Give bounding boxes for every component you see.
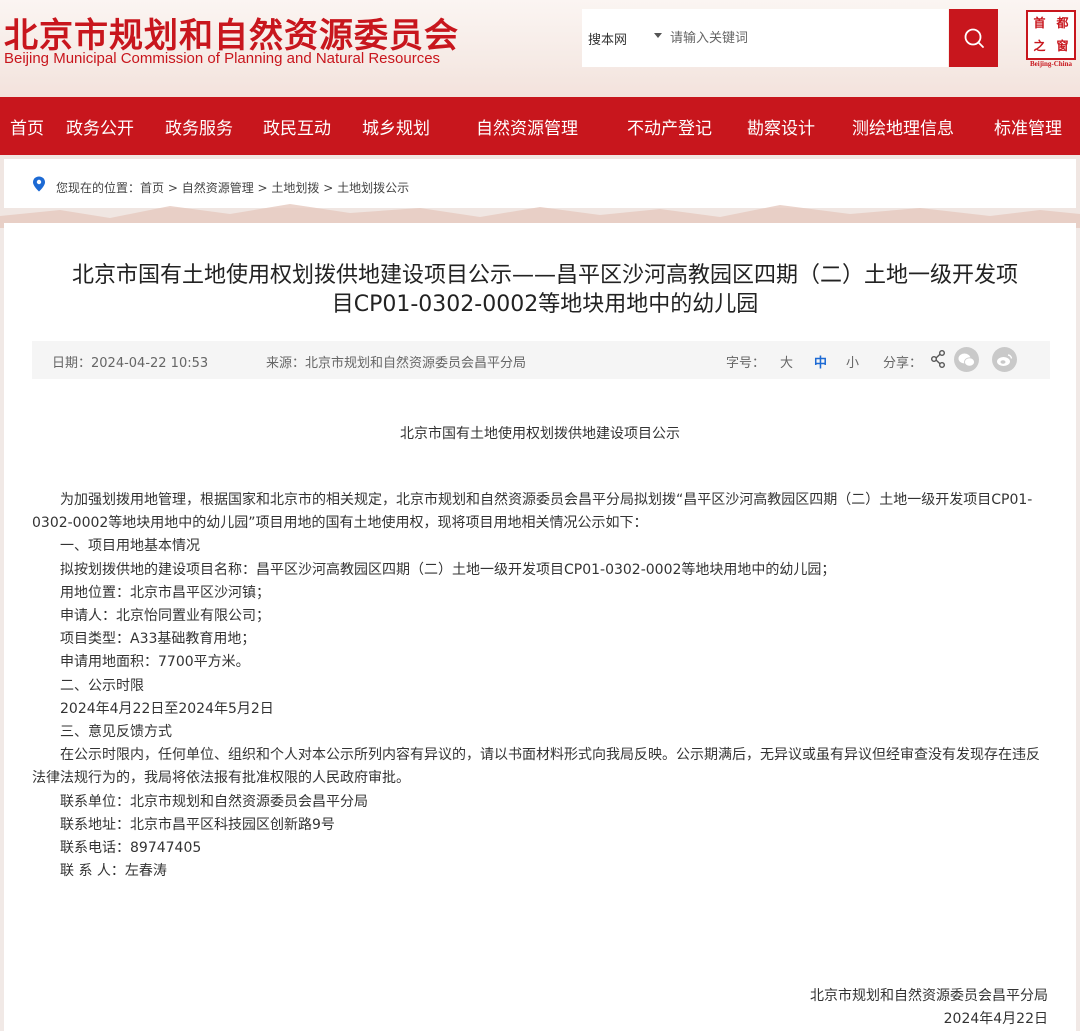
seal-char: 之 (1033, 39, 1046, 53)
seal-char: 首 (1033, 16, 1046, 30)
body-line: 申请用地面积：7700平方米。 (60, 654, 250, 671)
search-icon (964, 28, 984, 48)
contact-line: 联系单位：北京市规划和自然资源委员会昌平分局 (60, 793, 368, 810)
breadcrumb-separator: > (253, 181, 272, 195)
breadcrumb-prefix: 您现在的位置： (56, 181, 141, 195)
nav-item-natural-resources[interactable]: 自然资源管理 (476, 114, 578, 139)
font-size-medium-button[interactable]: 中 (814, 352, 827, 371)
breadcrumb-link-land-allocation[interactable]: 土地划拨 (271, 181, 319, 195)
breadcrumb-separator: > (164, 181, 182, 195)
nav-item-gov-services[interactable]: 政务服务 (165, 114, 233, 139)
article-body: 为加强划拨用地管理，根据国家和北京市的相关规定，北京市规划和自然资源委员会昌平分… (32, 489, 1052, 883)
article-source: 来源：北京市规划和自然资源委员会昌平分局 (266, 356, 527, 371)
body-line: 用地位置：北京市昌平区沙河镇； (60, 584, 270, 601)
search-input[interactable] (670, 25, 940, 51)
nav-item-urban-planning[interactable]: 城乡规划 (362, 114, 430, 139)
intro-paragraph: 为加强划拨用地管理，根据国家和北京市的相关规定，北京市规划和自然资源委员会昌平分… (32, 492, 1033, 532)
breadcrumb-separator: > (319, 181, 338, 195)
weibo-icon (997, 353, 1013, 366)
article-title-line: 目CP01-0302-0002等地块用地中的幼儿园 (331, 292, 759, 317)
article-title-line: 北京市国有土地使用权划拨供地建设项目公示——昌平区沙河高教园区四期（二）土地一级… (71, 263, 1018, 288)
body-line: 三、意见反馈方式 (60, 724, 172, 741)
breadcrumb-link-natural-resources[interactable]: 自然资源管理 (182, 181, 254, 195)
seal-char: 都 (1056, 16, 1069, 30)
article-title: 北京市国有土地使用权划拨供地建设项目公示——昌平区沙河高教园区四期（二）土地一级… (30, 261, 1060, 319)
feedback-paragraph: 在公示时限内，任何单位、组织和个人对本公示所列内容有异议的，请以书面材料形式向我… (32, 747, 1040, 787)
wechat-share-button[interactable] (954, 347, 979, 372)
body-line: 申请人：北京怡同置业有限公司； (60, 608, 270, 625)
nav-item-survey-design[interactable]: 勘察设计 (747, 114, 815, 139)
contact-line: 联系电话：89747405 (60, 840, 202, 857)
body-line: 二、公示时限 (60, 677, 144, 694)
breadcrumb: 您现在的位置：首页 > 自然资源管理 > 土地划拨 > 土地划拨公示 (56, 179, 409, 196)
share-label: 分享： (883, 356, 923, 371)
search-box: 搜本网 (582, 9, 948, 67)
search-scope-select[interactable]: 搜本网 (588, 29, 627, 48)
weibo-share-button[interactable] (992, 347, 1017, 372)
body-line: 项目类型：A33基础教育用地； (60, 631, 256, 648)
nav-item-mapping[interactable]: 测绘地理信息 (852, 114, 954, 139)
body-line: 一、项目用地基本情况 (60, 538, 200, 555)
share-icon[interactable] (930, 349, 946, 369)
contact-line: 联系地址：北京市昌平区科技园区创新路9号 (60, 816, 335, 833)
caret-down-icon[interactable] (654, 33, 662, 38)
seal-char: 窗 (1056, 39, 1069, 53)
article-date: 日期：2024-04-22 10:53 (52, 356, 209, 371)
nav-item-interaction[interactable]: 政民互动 (263, 114, 331, 139)
main-nav: 首页 政务公开 政务服务 政民互动 城乡规划 自然资源管理 不动产登记 勘察设计… (0, 97, 1080, 155)
font-size-large-button[interactable]: 大 (780, 352, 793, 371)
seal-caption: Beijing-China (1029, 60, 1072, 68)
signature-block: 北京市规划和自然资源委员会昌平分局 2024年4月22日 (810, 985, 1048, 1031)
article-panel: 北京市国有土地使用权划拨供地建设项目公示——昌平区沙河高教园区四期（二）土地一级… (4, 223, 1076, 1031)
body-line: 2024年4月22日至2024年5月2日 (60, 700, 274, 717)
article-meta-bar: 日期：2024-04-22 10:53 来源：北京市规划和自然资源委员会昌平分局… (32, 341, 1050, 379)
breadcrumb-link-allocation-notice[interactable]: 土地划拨公示 (337, 181, 409, 195)
signature-date: 2024年4月22日 (943, 1011, 1048, 1027)
site-header: 北京市规划和自然资源委员会 Beijing Municipal Commissi… (0, 0, 1080, 97)
signature-org: 北京市规划和自然资源委员会昌平分局 (810, 988, 1048, 1004)
location-pin-icon (33, 176, 45, 192)
nav-item-real-estate[interactable]: 不动产登记 (627, 114, 712, 139)
nav-item-home[interactable]: 首页 (10, 114, 44, 139)
body-line: 拟按划拨供地的建设项目名称：昌平区沙河高教园区四期（二）土地一级开发项目CP01… (60, 561, 836, 578)
site-subtitle: Beijing Municipal Commission of Planning… (4, 50, 441, 67)
capital-window-logo[interactable]: 首 都 之 窗 Beijing-China (1023, 10, 1079, 68)
document-heading: 北京市国有土地使用权划拨供地建设项目公示 (400, 426, 680, 442)
wechat-icon (958, 353, 975, 367)
font-size-small-button[interactable]: 小 (846, 352, 859, 371)
nav-item-standards[interactable]: 标准管理 (994, 114, 1062, 139)
search-button[interactable] (949, 9, 998, 67)
nav-item-gov-affairs[interactable]: 政务公开 (66, 114, 134, 139)
font-size-label: 字号： (726, 356, 766, 371)
breadcrumb-link-home[interactable]: 首页 (140, 181, 164, 195)
contact-line: 联 系 人：左春涛 (60, 863, 167, 880)
seal-box: 首 都 之 窗 (1026, 10, 1076, 60)
